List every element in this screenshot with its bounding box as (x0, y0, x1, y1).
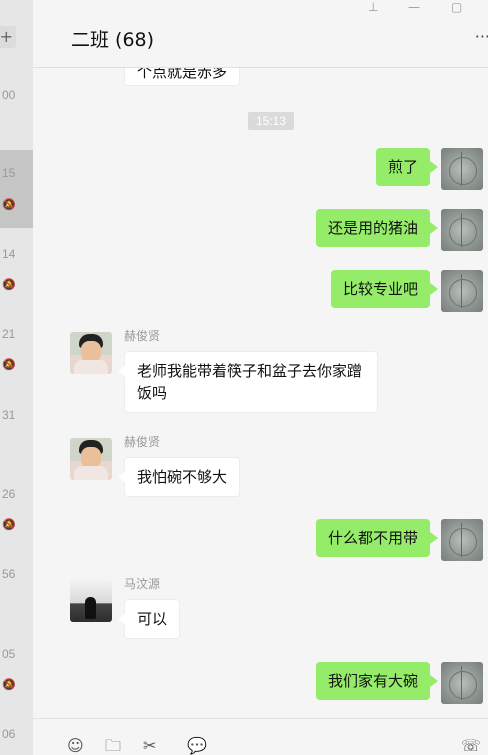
emoji-icon[interactable]: ☺ (67, 737, 84, 755)
message-bubble[interactable]: 还是用的猪油 (315, 209, 439, 247)
message-bubble[interactable]: 比较专业吧 (330, 270, 439, 308)
scissors-icon[interactable]: ✂ (143, 737, 156, 755)
my-avatar[interactable] (441, 209, 483, 251)
message-bubble[interactable]: 煎了 (375, 148, 439, 186)
mute-icon: 🔕 (2, 518, 16, 531)
chat-time: 06 (2, 727, 16, 741)
pin-icon[interactable]: ⊥ (368, 0, 378, 14)
sender-name: 马汶源 (124, 577, 161, 591)
chat-time: 21 (2, 327, 16, 341)
chat-history-icon[interactable]: 💬 (187, 737, 207, 755)
sender-avatar[interactable] (70, 332, 112, 374)
my-avatar[interactable] (441, 519, 483, 561)
chat-time: 05 (2, 647, 16, 661)
chat-title: 二班 (68) (71, 29, 155, 51)
maximize-icon[interactable]: ▢ (451, 0, 462, 14)
my-avatar[interactable] (441, 270, 483, 312)
sender-name: 赫俊贤 (124, 329, 161, 343)
message-bubble[interactable]: 老师我能带着筷子和盆子去你家蹭饭吗 (118, 351, 378, 413)
message-area[interactable]: 个点就是赤多 15:13 煎了 还是用的猪油 比较专业吧 赫俊贤 老师我能带着筷… (33, 68, 488, 718)
chat-time: 00 (2, 88, 16, 102)
chat-time: 26 (2, 487, 16, 501)
message-bubble[interactable]: 我怕碗不够大 (117, 457, 241, 497)
mute-icon: 🔕 (2, 198, 16, 211)
minimize-icon[interactable]: — (408, 0, 420, 14)
mute-icon: 🔕 (2, 358, 16, 371)
more-icon[interactable]: ··· (475, 27, 488, 46)
folder-icon[interactable]: 🗀 (105, 737, 121, 755)
input-toolbar: ☺ 🗀 ✂ 💬 ☏ (33, 718, 488, 755)
message-bubble[interactable]: 可以 (117, 599, 181, 639)
chat-time: 14 (2, 247, 16, 261)
phone-icon[interactable]: ☏ (461, 737, 481, 755)
sender-name: 赫俊贤 (124, 435, 161, 449)
my-avatar[interactable] (441, 662, 483, 704)
chat-list-strip: + 00 15 🔕 14 🔕 21 🔕 31 26 🔕 56 05 🔕 06 (0, 0, 33, 755)
message-bubble[interactable]: 什么都不用带 (315, 519, 439, 557)
sender-avatar[interactable] (70, 438, 112, 480)
message-bubble[interactable]: 我们家有大碗 (315, 662, 439, 700)
message-bubble[interactable]: 个点就是赤多 (124, 68, 241, 86)
mute-icon: 🔕 (2, 678, 16, 691)
chat-time: 15 (2, 166, 16, 180)
chat-time: 56 (2, 567, 16, 581)
time-separator: 15:13 (248, 112, 295, 130)
chat-time: 31 (2, 408, 16, 422)
add-button[interactable]: + (0, 26, 16, 48)
sender-avatar[interactable] (70, 580, 112, 622)
selected-chat-highlight[interactable] (0, 150, 33, 228)
my-avatar[interactable] (441, 148, 483, 190)
mute-icon: 🔕 (2, 278, 16, 291)
